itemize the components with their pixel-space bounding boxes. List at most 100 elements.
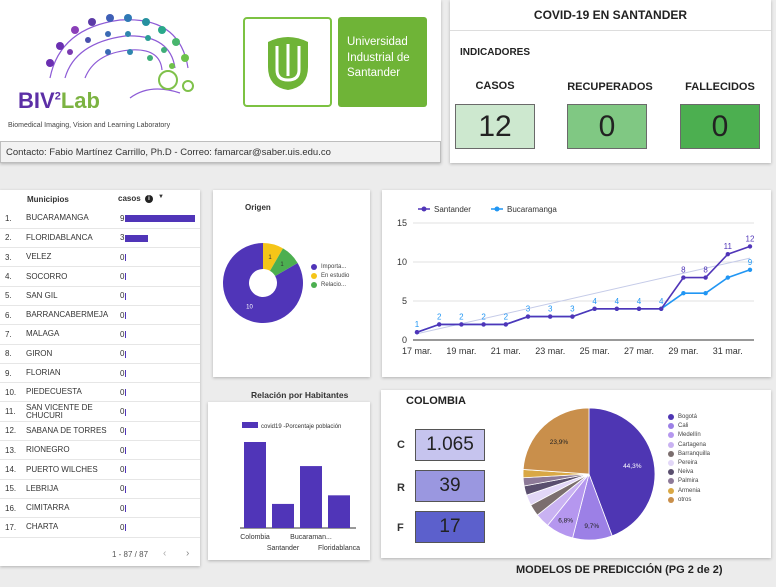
cases-bar	[125, 389, 126, 397]
data-point[interactable]	[481, 322, 486, 327]
data-point[interactable]	[592, 306, 597, 311]
bar[interactable]	[300, 466, 322, 528]
data-label: 12	[746, 234, 755, 243]
data-label: 4	[615, 297, 620, 306]
data-point[interactable]	[703, 291, 708, 296]
data-point[interactable]	[703, 275, 708, 280]
legend-label[interactable]: Santander	[434, 205, 471, 214]
table-row[interactable]: 16. CIMITARRA 0	[0, 498, 200, 519]
cases-bar	[125, 524, 126, 532]
bar[interactable]	[328, 495, 350, 528]
row-number: 7.	[0, 324, 26, 345]
table-row[interactable]: 1. BUCARAMANGA 9	[0, 209, 200, 229]
pie-slice-label: 44,3%	[623, 463, 642, 470]
table-row[interactable]: 9. FLORIAN 0	[0, 363, 200, 384]
timeline-card: 0 5 10 15 17 mar. 19 mar. 21 mar. 23 mar. 25 mar…	[382, 190, 771, 377]
data-point[interactable]	[414, 330, 420, 335]
table-row[interactable]: 3. VELEZ 0	[0, 247, 200, 268]
legend-item[interactable]: Pereira	[668, 459, 738, 466]
col-header-casos[interactable]: casos	[118, 194, 141, 203]
municipios-table: Municipios casos i ▼ 1. BUCARAMANGA 9 2. FLO…	[0, 190, 200, 566]
legend-item[interactable]: Neiva	[668, 469, 738, 476]
data-point[interactable]	[681, 291, 686, 296]
table-row[interactable]: 12. SABANA DE TORRES 0	[0, 421, 200, 442]
data-point[interactable]	[636, 306, 642, 311]
row-number: 1.	[0, 209, 26, 229]
table-row[interactable]: 6. BARRANCABERMEJA 0	[0, 305, 200, 326]
legend-dot	[311, 273, 317, 279]
page-title: COVID-19 EN SANTANDER	[533, 8, 688, 22]
legend-label[interactable]: Bucaramanga	[507, 205, 557, 214]
municipio-name: SABANA DE TORRES	[26, 421, 120, 442]
cases-cell: 0	[120, 401, 200, 422]
origen-legend: Importa... En estudio Relacio...	[311, 264, 366, 291]
data-point[interactable]	[570, 314, 575, 319]
legend-item[interactable]: Palmira	[668, 478, 738, 485]
contact-bar: Contacto: Fabio Martínez Carrillo, Ph.D …	[0, 141, 441, 163]
kpi-deaths-label: FALLECIDOS	[685, 81, 755, 93]
origen-donut-chart: 1011	[223, 243, 303, 323]
prev-page-icon[interactable]: ‹	[163, 548, 166, 559]
legend-item[interactable]: Barranquilla	[668, 450, 738, 457]
pagination-text: 1 - 87 / 87	[112, 550, 149, 559]
bar[interactable]	[244, 442, 266, 528]
data-point[interactable]	[725, 275, 730, 280]
table-row[interactable]: 13. RIONEGRO 0	[0, 440, 200, 461]
data-point[interactable]	[548, 314, 553, 319]
municipio-name: VELEZ	[26, 247, 120, 268]
table-row[interactable]: 5. SAN GIL 0	[0, 286, 200, 306]
table-row[interactable]: 10. PIEDECUESTA 0	[0, 382, 200, 403]
data-point[interactable]	[503, 322, 508, 327]
table-row[interactable]: 7. MALAGA 0	[0, 324, 200, 345]
data-point[interactable]	[659, 306, 664, 311]
legend-item[interactable]: Armenia	[668, 487, 738, 494]
cases-bar	[125, 292, 126, 300]
legend-item[interactable]: otros	[668, 496, 738, 503]
legend-item[interactable]: Relacio...	[311, 282, 366, 288]
cases-cell: 0	[120, 382, 200, 403]
data-label: 1	[415, 320, 420, 329]
data-point[interactable]	[525, 314, 531, 319]
data-point[interactable]	[747, 244, 753, 249]
pie-slice-label: 6,8%	[558, 517, 573, 524]
data-label: 8	[681, 266, 686, 275]
legend-item[interactable]: Importa...	[311, 264, 366, 270]
sort-desc-icon[interactable]: ▼	[158, 194, 164, 200]
legend-dot	[668, 478, 674, 485]
cases-cell: 0	[120, 344, 200, 364]
info-icon[interactable]: i	[145, 195, 153, 203]
colombia-f-label: F	[397, 522, 404, 534]
bar[interactable]	[272, 503, 294, 528]
data-point[interactable]	[681, 275, 686, 280]
legend-item[interactable]: En estudio	[311, 273, 366, 279]
timeline-line-chart: 0 5 10 15 17 mar. 19 mar. 21 mar. 23 mar. 25 mar…	[397, 205, 755, 356]
table-row[interactable]: 14. PUERTO WILCHES 0	[0, 459, 200, 480]
legend-label: Armenia	[678, 487, 701, 494]
data-point[interactable]	[459, 322, 464, 327]
next-page-icon[interactable]: ›	[186, 548, 189, 559]
data-point[interactable]	[747, 267, 753, 272]
legend-item[interactable]: Cali	[668, 423, 738, 430]
table-row[interactable]: 15. LEBRIJA 0	[0, 479, 200, 499]
lab-name: Biomedical Imaging, Vision and Learning …	[8, 122, 171, 129]
legend-label: Cartagena	[678, 441, 707, 448]
table-row[interactable]: 2. FLORIDABLANCA 3	[0, 228, 200, 249]
legend-item[interactable]: Bogotá	[668, 414, 738, 420]
legend-item[interactable]: Medellín	[668, 432, 738, 439]
table-row[interactable]: 4. SOCORRO 0	[0, 266, 200, 287]
data-point[interactable]	[725, 252, 730, 257]
row-number: 11.	[0, 401, 26, 422]
legend-dot	[668, 414, 674, 420]
table-row[interactable]: 11. SAN VICENTE DE CHUCURI 0	[0, 401, 200, 422]
uis-mark-icon	[267, 37, 308, 90]
lab-logo-text: BIV2Lab	[18, 88, 100, 113]
cases-cell: 0	[120, 324, 200, 345]
data-point[interactable]	[614, 306, 619, 311]
col-header-municipios[interactable]: Municipios	[27, 195, 69, 204]
table-row[interactable]: 17. CHARTA 0	[0, 517, 200, 538]
table-row[interactable]: 8. GIRON 0	[0, 344, 200, 364]
data-point[interactable]	[437, 322, 442, 327]
cases-bar	[125, 408, 126, 416]
legend-item[interactable]: Cartagena	[668, 441, 738, 448]
series-line-santander[interactable]	[416, 245, 751, 333]
